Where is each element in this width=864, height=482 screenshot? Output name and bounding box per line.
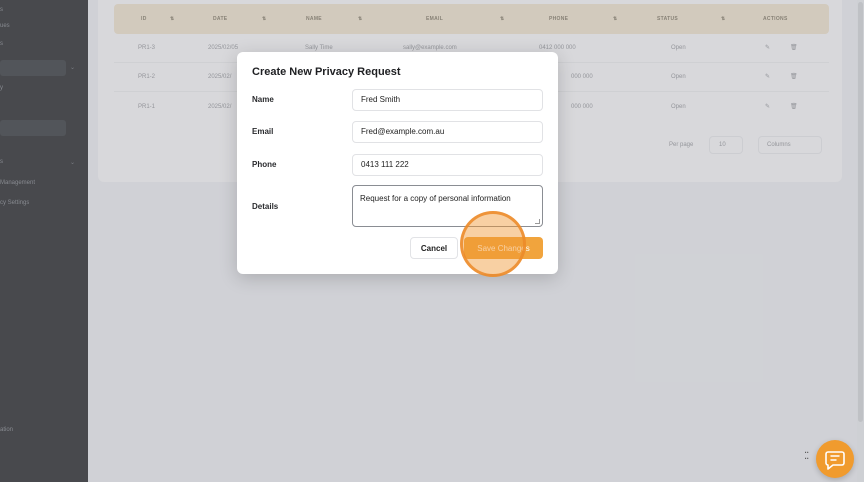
phone-label: Phone <box>252 160 277 169</box>
name-field[interactable]: Fred Smith <box>352 89 543 111</box>
details-label: Details <box>252 202 279 211</box>
name-label: Name <box>252 95 274 104</box>
cancel-button[interactable]: Cancel <box>410 237 458 259</box>
phone-field[interactable]: 0413 111 222 <box>352 154 543 176</box>
chat-bubble-icon <box>825 451 845 470</box>
chat-button[interactable] <box>816 440 854 478</box>
email-field[interactable]: Fred@example.com.au <box>352 121 543 143</box>
email-label: Email <box>252 127 274 136</box>
resize-handle-icon[interactable] <box>535 219 540 224</box>
drag-handle-icon[interactable]: ⁚⁚ <box>804 452 812 466</box>
dialog-title: Create New Privacy Request <box>252 66 401 78</box>
details-field[interactable]: Request for a copy of personal informati… <box>352 185 543 227</box>
details-text: Request for a copy of personal informati… <box>360 194 511 203</box>
save-changes-button[interactable]: Save Changes <box>464 237 543 259</box>
privacy-request-dialog: Create New Privacy Request Name Fred Smi… <box>237 52 558 274</box>
